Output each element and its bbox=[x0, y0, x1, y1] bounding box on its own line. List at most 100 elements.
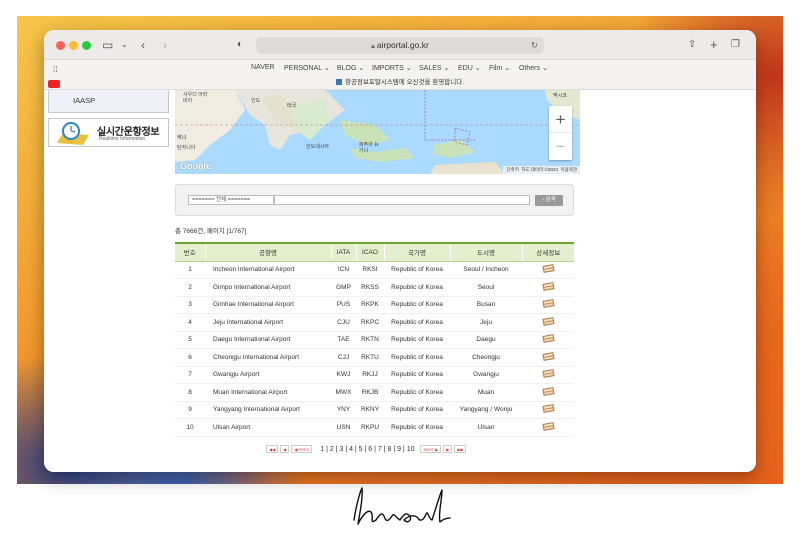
cell-icao: RKSI bbox=[356, 261, 384, 279]
col-header-detail: 상세정보 bbox=[521, 242, 574, 262]
share-icon[interactable]: ⇪ bbox=[688, 37, 696, 53]
page-content: IAASP 실시간운항정보 Realtime Information 사우디 아… bbox=[44, 90, 756, 472]
cell-airport[interactable]: Muan International Airport bbox=[205, 383, 331, 402]
clock-icon bbox=[57, 122, 89, 145]
zoom-out-button[interactable]: − bbox=[549, 133, 572, 160]
table-row[interactable]: 7 Gwangju Airport KWJ RKJJ Republic of Korea… bbox=[175, 366, 574, 384]
cell-iata: ICN bbox=[331, 261, 356, 279]
tabs-overview-icon[interactable]: ❐ bbox=[731, 37, 740, 53]
book-icon[interactable] bbox=[541, 386, 555, 396]
first-page-button[interactable]: ◀◀ bbox=[266, 445, 279, 453]
table-row[interactable]: 5 Daegu International Airport TAE RKTN Repub… bbox=[175, 331, 574, 349]
reload-icon[interactable]: ↻ bbox=[531, 37, 538, 54]
bookmark-naver[interactable]: NAVER bbox=[251, 64, 275, 71]
cell-icao: RKSS bbox=[356, 278, 384, 297]
book-icon[interactable] bbox=[541, 421, 555, 431]
zoom-in-button[interactable]: + bbox=[549, 106, 572, 133]
map-shortcuts-link[interactable]: 단축키 bbox=[506, 167, 518, 172]
book-icon[interactable] bbox=[541, 281, 555, 291]
table-row[interactable]: 10 Ulsan Airport USN RKPU Republic of Korea U… bbox=[175, 418, 574, 437]
book-icon[interactable] bbox=[541, 299, 555, 309]
country-select[interactable]: ======= 전체 ======= ⇕ bbox=[188, 195, 284, 205]
bookmark-film[interactable]: Film ⌄ bbox=[489, 64, 510, 72]
minimize-window-button[interactable] bbox=[69, 41, 78, 50]
cell-city: Yangyang / Wonju bbox=[450, 401, 522, 419]
prev-button[interactable]: ◀ PREV bbox=[291, 445, 313, 453]
address-bar[interactable]: 🔒︎ airportal.go.kr ↻ bbox=[256, 37, 544, 54]
new-tab-icon[interactable]: + bbox=[710, 37, 718, 53]
cell-airport[interactable]: Cheongju International Airport bbox=[205, 348, 331, 367]
search-input[interactable] bbox=[274, 195, 530, 205]
iaasp-menu[interactable]: IAASP bbox=[48, 90, 169, 113]
browser-window: ▭ ⌄ ‹ › ◐ 🔒︎ airportal.go.kr ↻ ⇪ + ❐ ⁞⁞ … bbox=[44, 30, 756, 472]
cell-icao: RKPC bbox=[356, 313, 384, 332]
tab-title-bar[interactable]: 항공정보포탈시스템에 오신것을 환영합니다. bbox=[44, 76, 756, 90]
forward-icon[interactable]: › bbox=[163, 37, 167, 53]
favicon-icon bbox=[335, 79, 342, 86]
back-icon[interactable]: ‹ bbox=[141, 37, 145, 53]
cell-no: 3 bbox=[175, 296, 205, 314]
google-logo: Google bbox=[180, 161, 211, 171]
zoom-window-button[interactable] bbox=[82, 41, 91, 50]
map-terms-link[interactable]: 이용약관 bbox=[560, 167, 577, 172]
map-footer: 단축키 지도 데이터 ©2023 이용약관 bbox=[503, 166, 580, 174]
bookmark-edu[interactable]: EDU ⌄ bbox=[458, 64, 481, 72]
search-button[interactable]: › 검색 bbox=[535, 195, 563, 206]
map-label-indonesia: 인도네시아 bbox=[306, 144, 330, 150]
book-icon[interactable] bbox=[541, 316, 555, 326]
cell-iata: USN bbox=[331, 418, 356, 437]
cell-city: Muan bbox=[450, 383, 522, 402]
world-map[interactable]: 사우디 아라비아 인도 태국 케냐 탄자니아 인도네시아 파푸아 뉴기니 멕시코… bbox=[175, 90, 580, 174]
bookmark-imports[interactable]: IMPORTS ⌄ bbox=[372, 64, 412, 72]
next10-button[interactable]: ▶ bbox=[443, 445, 453, 453]
cell-airport[interactable]: Gwangju Airport bbox=[205, 366, 331, 384]
bookmark-blog[interactable]: BLOG ⌄ bbox=[337, 64, 364, 72]
cell-city: Busan bbox=[450, 296, 522, 314]
cell-country: Republic of Korea bbox=[384, 278, 450, 297]
cell-airport[interactable]: Gimhae International Airport bbox=[205, 296, 331, 314]
chevron-down-icon[interactable]: ⌄ bbox=[121, 37, 128, 53]
map-label-thailand: 태국 bbox=[287, 103, 297, 109]
bookmark-personal[interactable]: PERSONAL ⌄ bbox=[284, 64, 330, 72]
cell-iata: CJJ bbox=[331, 348, 356, 367]
cell-airport[interactable]: Incheon International Airport bbox=[205, 261, 331, 279]
book-icon[interactable] bbox=[541, 404, 555, 414]
table-row[interactable]: 3 Gimhae International Airport PUS RKPK Repu… bbox=[175, 296, 574, 314]
book-icon[interactable] bbox=[541, 264, 555, 274]
book-icon[interactable] bbox=[541, 369, 555, 379]
table-row[interactable]: 4 Jeju International Airport CJU RKPC Republ… bbox=[175, 313, 574, 332]
prev10-button[interactable]: ◀ bbox=[280, 445, 290, 453]
cell-icao: RKNY bbox=[356, 401, 384, 419]
book-icon[interactable] bbox=[541, 351, 555, 361]
next-button[interactable]: NEXT ▶ bbox=[420, 445, 442, 453]
cell-country: Republic of Korea bbox=[384, 261, 450, 279]
cell-airport[interactable]: Yangyang International Airport bbox=[205, 401, 331, 419]
cell-airport[interactable]: Daegu International Airport bbox=[205, 331, 331, 349]
cell-iata: PUS bbox=[331, 296, 356, 314]
browser-toolbar: ▭ ⌄ ‹ › ◐ 🔒︎ airportal.go.kr ↻ ⇪ + ❐ bbox=[44, 30, 756, 60]
table-row[interactable]: 2 Gimpo International Airport GMP RKSS Repub… bbox=[175, 278, 574, 297]
youtube-icon[interactable] bbox=[48, 80, 60, 88]
table-row[interactable]: 8 Muan International Airport MWX RKJB Republ… bbox=[175, 383, 574, 402]
page-numbers[interactable]: 1 | 2 | 3 | 4 | 5 | 6 | 7 | 8 | 9 | 10 bbox=[320, 446, 414, 453]
shield-icon[interactable]: ◐ bbox=[237, 37, 243, 53]
table-row[interactable]: 9 Yangyang International Airport YNY RKNY Re… bbox=[175, 401, 574, 419]
cell-country: Republic of Korea bbox=[384, 383, 450, 402]
cell-city: Cheongju bbox=[450, 348, 522, 367]
last-page-button[interactable]: ▶▶ bbox=[454, 445, 467, 453]
sidebar-icon[interactable]: ▭ bbox=[102, 37, 113, 53]
realtime-info-banner[interactable]: 실시간운항정보 Realtime Information bbox=[48, 118, 169, 147]
cell-airport[interactable]: Jeju International Airport bbox=[205, 313, 331, 332]
cell-no: 10 bbox=[175, 418, 205, 437]
cell-icao: RKPU bbox=[356, 418, 384, 437]
bookmark-others[interactable]: Others ⌄ bbox=[519, 64, 548, 72]
bookmark-sales[interactable]: SALES ⌄ bbox=[419, 64, 449, 72]
iaasp-label: IAASP bbox=[73, 96, 96, 105]
cell-airport[interactable]: Ulsan Airport bbox=[205, 418, 331, 437]
close-window-button[interactable] bbox=[56, 41, 65, 50]
book-icon[interactable] bbox=[541, 334, 555, 344]
pagination: ◀◀ ◀ ◀ PREV 1 | 2 | 3 | 4 | 5 | 6 | 7 | 8 … bbox=[266, 445, 468, 455]
table-row[interactable]: 1 Incheon International Airport ICN RKSI Rep… bbox=[175, 261, 574, 279]
table-row[interactable]: 6 Cheongju International Airport CJJ RKTU Re… bbox=[175, 348, 574, 367]
cell-airport[interactable]: Gimpo International Airport bbox=[205, 278, 331, 297]
